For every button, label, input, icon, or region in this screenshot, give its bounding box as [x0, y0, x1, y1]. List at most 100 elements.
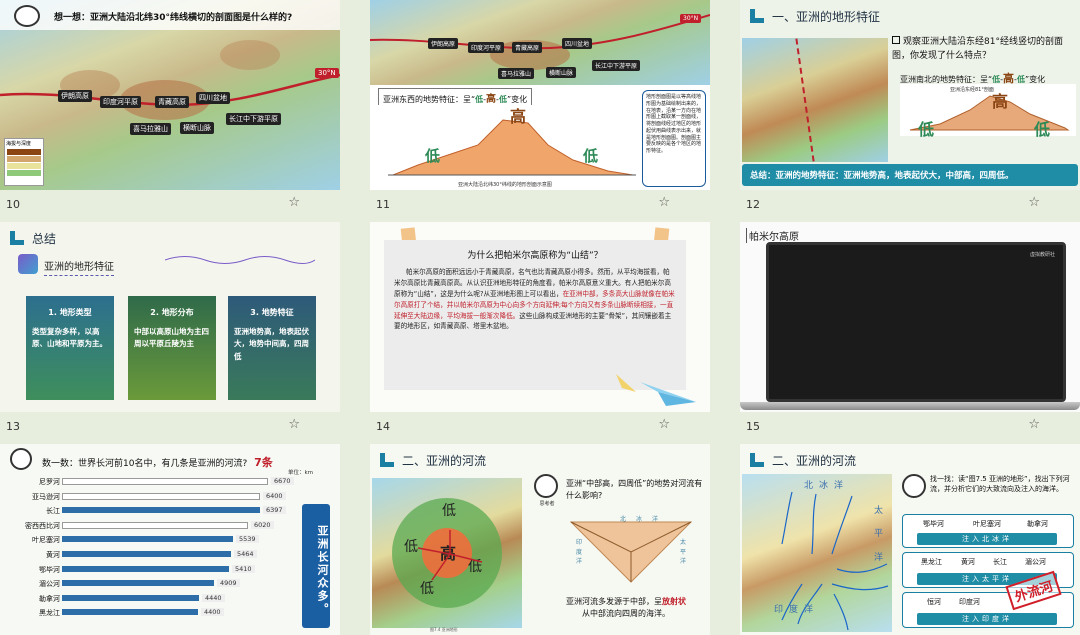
river-value: 4400: [201, 608, 224, 617]
summary-card: 1. 地形类型 类型复杂多样，以高原、山地和平原为主。: [26, 296, 114, 400]
map-label: 印度河平原: [468, 42, 505, 53]
thinker-avatar-icon: [902, 474, 926, 498]
section-marker-icon: [750, 453, 764, 467]
ocean-label: 印度洋: [774, 605, 820, 615]
latitude-line: [370, 14, 710, 50]
profile-high-label: 高: [510, 107, 527, 126]
latitude-label: 30°N: [315, 68, 339, 78]
river-bar: [62, 565, 229, 572]
map-low-label: 低: [442, 503, 456, 519]
slide-thumbnail[interactable]: 帕米尔高原 虚拟教研社: [740, 222, 1080, 412]
favorite-star-icon[interactable]: ☆: [1028, 417, 1040, 432]
river-name: 湄公河: [1025, 558, 1046, 566]
river-label: 湄公河: [39, 580, 60, 589]
slide-thumbnail[interactable]: 想一想：亚洲大陆沿北纬30°纬线横切的剖面图是什么样的? 30°N 伊朗高原 印…: [0, 0, 340, 190]
avatar-label: 思考者: [539, 501, 555, 507]
note-box: 地形剖面图是以等高线地形图为基础绘制出来的，在地表，沿某一方向在地形图上截取某一…: [642, 90, 706, 187]
river-value: 5464: [234, 550, 257, 558]
slide-thumbnail[interactable]: 二、亚洲的河流 高 低 低 低 低 图7.4 亚洲地形 思考者 亚洲“中部高，四…: [370, 444, 710, 635]
section-title: 二、亚洲的河流: [750, 452, 856, 469]
map-label: 横断山脉: [546, 67, 577, 78]
panda-avatar-icon: [10, 448, 32, 470]
slide-title: 想一想：亚洲大陆沿北纬30°纬线横切的剖面图是什么样的?: [54, 13, 293, 23]
slide-number: 10: [6, 198, 20, 211]
ocean-label-west: 印度洋: [576, 539, 583, 566]
section-marker-icon: [380, 453, 394, 467]
favorite-star-icon[interactable]: ☆: [1028, 195, 1040, 210]
river-name: 印度河: [959, 598, 980, 606]
river-name: 鄂毕河: [923, 520, 944, 528]
map-label: 伊朗高原: [428, 38, 459, 49]
slide-thumbnail[interactable]: 30°N 伊朗高原 印度河平原 青藏高原 四川盆地 喜马拉雅山 横断山脉 长江中…: [370, 0, 710, 190]
map-label: 长江中下游平原: [592, 60, 641, 71]
river-value: 6400: [263, 491, 286, 500]
map-label: 青藏高原: [512, 42, 543, 53]
river-value: 6020: [251, 520, 274, 529]
slide-thumbnail[interactable]: 二、亚洲的河流 北冰洋 太平洋 印度洋 找一找：读“图7.5 亚洲的地形”，找出…: [740, 444, 1080, 635]
river-bar: [62, 594, 199, 601]
subtitle: 亚洲的地形特征: [44, 258, 114, 276]
ocean-answer-button[interactable]: 注入印度洋: [917, 613, 1057, 625]
slide-title: 帕米尔高原: [746, 228, 799, 243]
ocean-answer-button[interactable]: 注入北冰洋: [917, 533, 1057, 545]
favorite-star-icon[interactable]: ☆: [658, 195, 670, 210]
river-value: 5539: [236, 535, 259, 544]
favorite-star-icon[interactable]: ☆: [288, 195, 300, 210]
radial-diagram: [569, 521, 693, 583]
map-label: 伊朗高原: [58, 90, 92, 102]
river-name: 勒拿河: [1027, 520, 1048, 528]
paper-plane-icon: [616, 374, 636, 392]
slide-title: 数一数：世界长河前10名中，有几条是亚洲的河流? 7条: [42, 456, 273, 469]
section-title: 一、亚洲的地形特征: [750, 8, 880, 25]
map-label: 青藏高原: [155, 96, 189, 108]
river-bar: [62, 478, 268, 485]
river-label: 黄河: [46, 551, 60, 559]
river-name: 叶尼塞河: [973, 520, 1001, 528]
latitude-label: 30°N: [680, 14, 702, 23]
slide-thumbnail[interactable]: 总结 亚洲的地形特征 1. 地形类型 类型复杂多样，以高原、山地和平原为主。 2…: [0, 222, 340, 412]
river-label: 黑龙江: [39, 609, 60, 618]
answer-text: 亚洲河流多发源于中部，呈放射状 从中部流向四周的海洋。: [566, 597, 686, 618]
question-text: 找一找：读“图7.5 亚洲的地形”，找出下列河流，并分析它们的大致流向及注入的海…: [930, 475, 1070, 494]
river-value: 5410: [232, 564, 255, 573]
laptop-base: [740, 402, 1080, 410]
ocean-label: 北冰洋: [804, 481, 850, 491]
map-label: 印度河平原: [100, 96, 141, 108]
favorite-star-icon[interactable]: ☆: [288, 417, 300, 432]
question-text: 亚洲“中部高，四周低”的地势对河流有什么影响?: [566, 479, 703, 500]
map-label: 喜马拉雅山: [498, 68, 535, 79]
river-bar: [62, 609, 198, 616]
slide-footer: 15 ☆: [740, 414, 1080, 436]
slide-number: 11: [376, 198, 390, 211]
slide-thumbnail[interactable]: 数一数：世界长河前10名中，有几条是亚洲的河流? 7条 单位：km 尼罗河 667…: [0, 444, 340, 635]
decor-wave-icon: [164, 252, 316, 266]
section-title: 二、亚洲的河流: [380, 452, 486, 469]
favorite-star-icon[interactable]: ☆: [658, 417, 670, 432]
slide-number: 15: [746, 420, 760, 433]
ocean-label: 太平洋: [874, 506, 884, 563]
map-label: 横断山脉: [180, 122, 214, 134]
thinking-avatar-icon: [14, 5, 40, 27]
river-bar: [62, 521, 248, 529]
text-panel: 为什么把帕米尔高原称为“山结”？ 帕米尔高原的面积远远小于青藏高原，名气也比青藏…: [384, 240, 686, 390]
summary-banner: 总结：亚洲的地势特征：亚洲地势高，地表起伏大，中部高，四周低。: [742, 164, 1078, 186]
slide-number: 13: [6, 420, 20, 433]
river-name: 长江: [993, 558, 1007, 566]
ocean-label-east: 太平洋: [680, 539, 687, 566]
slide-footer: 13 ☆: [0, 414, 340, 436]
river-label: 长江: [46, 507, 60, 516]
map-caption: 图7.4 亚洲地形: [430, 627, 458, 632]
map-label: 长江中下游平原: [226, 113, 281, 125]
river-bar: [62, 551, 231, 557]
flow-arrows-icon: [417, 530, 483, 581]
profile-low-right-label: 低: [583, 147, 599, 165]
screen-watermark: 虚拟教研社: [1029, 252, 1055, 258]
body-text: 帕米尔高原的面积远远小于青藏高原，名气也比青藏高原小得多。然而，从平均海拔看，帕…: [394, 268, 675, 331]
river-bar: [62, 536, 233, 543]
slide-thumbnail[interactable]: 一、亚洲的地形特征 观察亚洲大陆沿东经81°经线竖切的剖面图，你发现了什么特点？…: [740, 0, 1080, 190]
profile-low-left-label: 低: [425, 147, 441, 165]
river-value: 4440: [202, 593, 225, 602]
slide-thumbnail[interactable]: 为什么把帕米尔高原称为“山结”？ 帕米尔高原的面积远远小于青藏高原，名气也比青藏…: [370, 222, 710, 412]
section-title: 总结: [10, 230, 56, 247]
map-label: 四川盆地: [196, 92, 230, 104]
